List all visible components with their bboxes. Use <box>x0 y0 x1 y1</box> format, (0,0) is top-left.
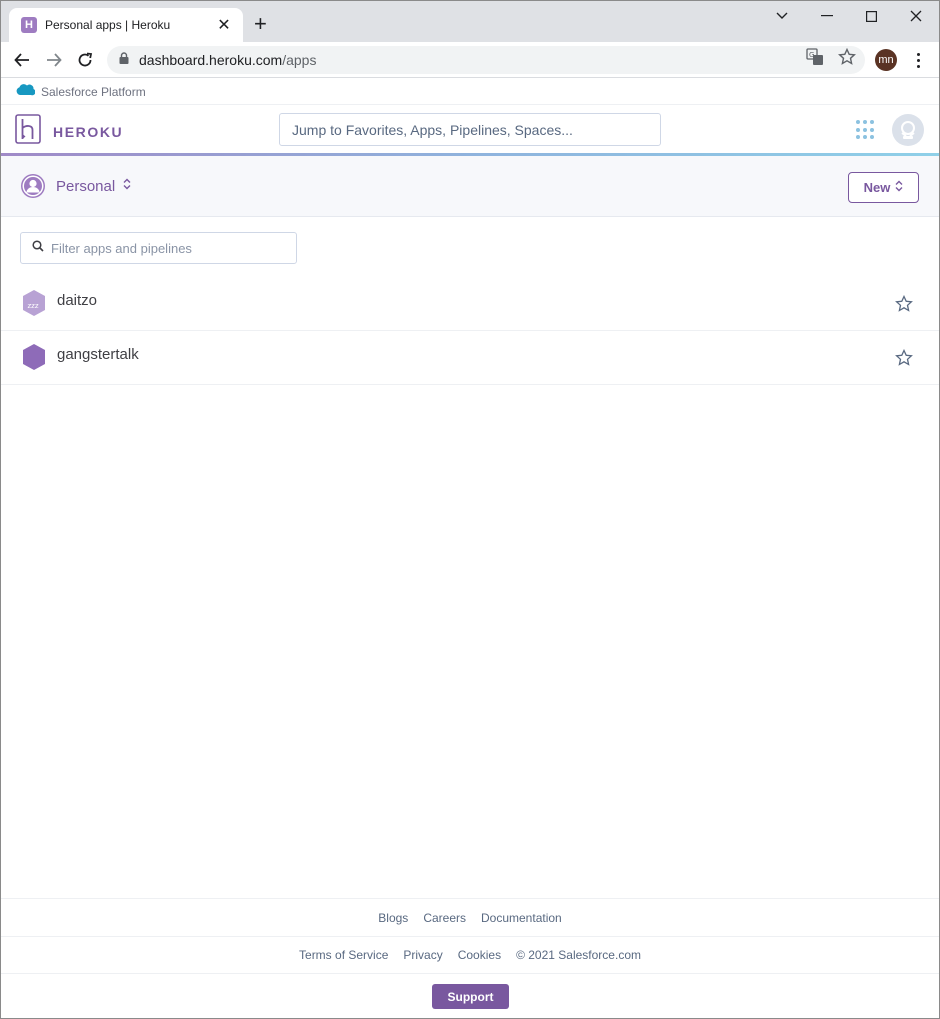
bookmark-star-icon[interactable] <box>837 47 857 71</box>
footer-link-terms[interactable]: Terms of Service <box>299 948 388 962</box>
apps-launcher-icon[interactable] <box>856 120 876 140</box>
back-arrow-icon[interactable] <box>10 48 34 72</box>
sleeping-app-hexagon-icon: zzz <box>21 289 47 317</box>
filter-apps-input[interactable] <box>51 240 291 256</box>
heroku-wordmark: HEROKU <box>53 123 124 140</box>
favorite-star-icon[interactable] <box>895 348 913 367</box>
maximize-icon[interactable] <box>851 4 891 28</box>
browser-menu-icon[interactable] <box>912 48 924 72</box>
salesforce-platform-bar: Salesforce Platform <box>1 79 939 105</box>
new-tab-icon[interactable]: + <box>254 12 267 36</box>
new-button[interactable]: New <box>848 172 919 203</box>
url-path: /apps <box>282 52 317 68</box>
chevron-up-down-icon <box>123 177 131 195</box>
browser-tabstrip: H Personal apps | Heroku ✕ + <box>0 0 940 42</box>
salesforce-platform-label: Salesforce Platform <box>41 84 146 99</box>
translate-icon[interactable]: G <box>806 48 824 71</box>
footer-link-documentation[interactable]: Documentation <box>481 911 562 925</box>
heroku-logo[interactable]: HEROKU <box>15 114 123 149</box>
window-close-icon[interactable] <box>896 4 936 28</box>
new-chevron-up-down-icon <box>895 180 903 195</box>
browser-tab[interactable]: H Personal apps | Heroku ✕ <box>9 8 243 42</box>
tab-close-icon[interactable]: ✕ <box>215 15 233 35</box>
app-name[interactable]: gangstertalk <box>57 346 139 363</box>
context-switcher-bar: Personal New <box>1 156 939 217</box>
filter-apps-field[interactable] <box>20 232 297 264</box>
team-name: Personal <box>56 177 116 195</box>
app-list: zzz daitzo gangstertalk <box>1 277 939 385</box>
footer-links-bottom: Terms of Service Privacy Cookies © 2021 … <box>1 936 939 973</box>
jump-to-search-input[interactable] <box>279 113 661 146</box>
heroku-favicon-icon: H <box>21 17 37 33</box>
support-area: Support <box>1 973 939 1018</box>
app-name[interactable]: daitzo <box>57 292 97 309</box>
footer-link-cookies[interactable]: Cookies <box>458 948 501 962</box>
personal-avatar-icon <box>21 174 45 198</box>
app-hexagon-icon <box>21 343 47 371</box>
browser-profile-avatar[interactable]: mn <box>875 49 897 71</box>
heroku-logo-icon <box>15 114 41 149</box>
footer-link-careers[interactable]: Careers <box>423 911 466 925</box>
salesforce-cloud-icon <box>15 82 36 101</box>
url-host: dashboard.heroku.com <box>139 52 283 68</box>
tab-title: Personal apps | Heroku <box>45 18 171 32</box>
svg-text:G: G <box>809 51 814 59</box>
heroku-header: HEROKU <box>1 105 939 154</box>
lock-icon <box>119 51 129 69</box>
support-button[interactable]: Support <box>432 984 509 1009</box>
user-account-avatar[interactable] <box>892 114 924 146</box>
favorite-star-icon[interactable] <box>895 294 913 313</box>
search-icon <box>32 239 44 257</box>
new-button-label: New <box>863 180 891 195</box>
sleeping-badge: zzz <box>28 302 39 310</box>
browser-toolbar: dashboard.heroku.com/apps G <box>0 42 940 78</box>
footer-link-blogs[interactable]: Blogs <box>378 911 408 925</box>
minimize-icon[interactable] <box>807 4 847 28</box>
app-row-gangstertalk[interactable]: gangstertalk <box>1 331 939 385</box>
app-row-daitzo[interactable]: zzz daitzo <box>1 277 939 331</box>
team-switcher[interactable]: Personal <box>21 174 131 198</box>
copyright-text: © 2021 Salesforce.com <box>516 948 641 962</box>
footer-link-privacy[interactable]: Privacy <box>403 948 442 962</box>
address-bar[interactable]: dashboard.heroku.com/apps <box>107 46 865 74</box>
tab-search-chevron-icon[interactable] <box>762 4 802 28</box>
reload-icon[interactable] <box>73 48 97 72</box>
forward-arrow-icon[interactable] <box>42 48 66 72</box>
footer-links-top: Blogs Careers Documentation <box>1 898 939 936</box>
